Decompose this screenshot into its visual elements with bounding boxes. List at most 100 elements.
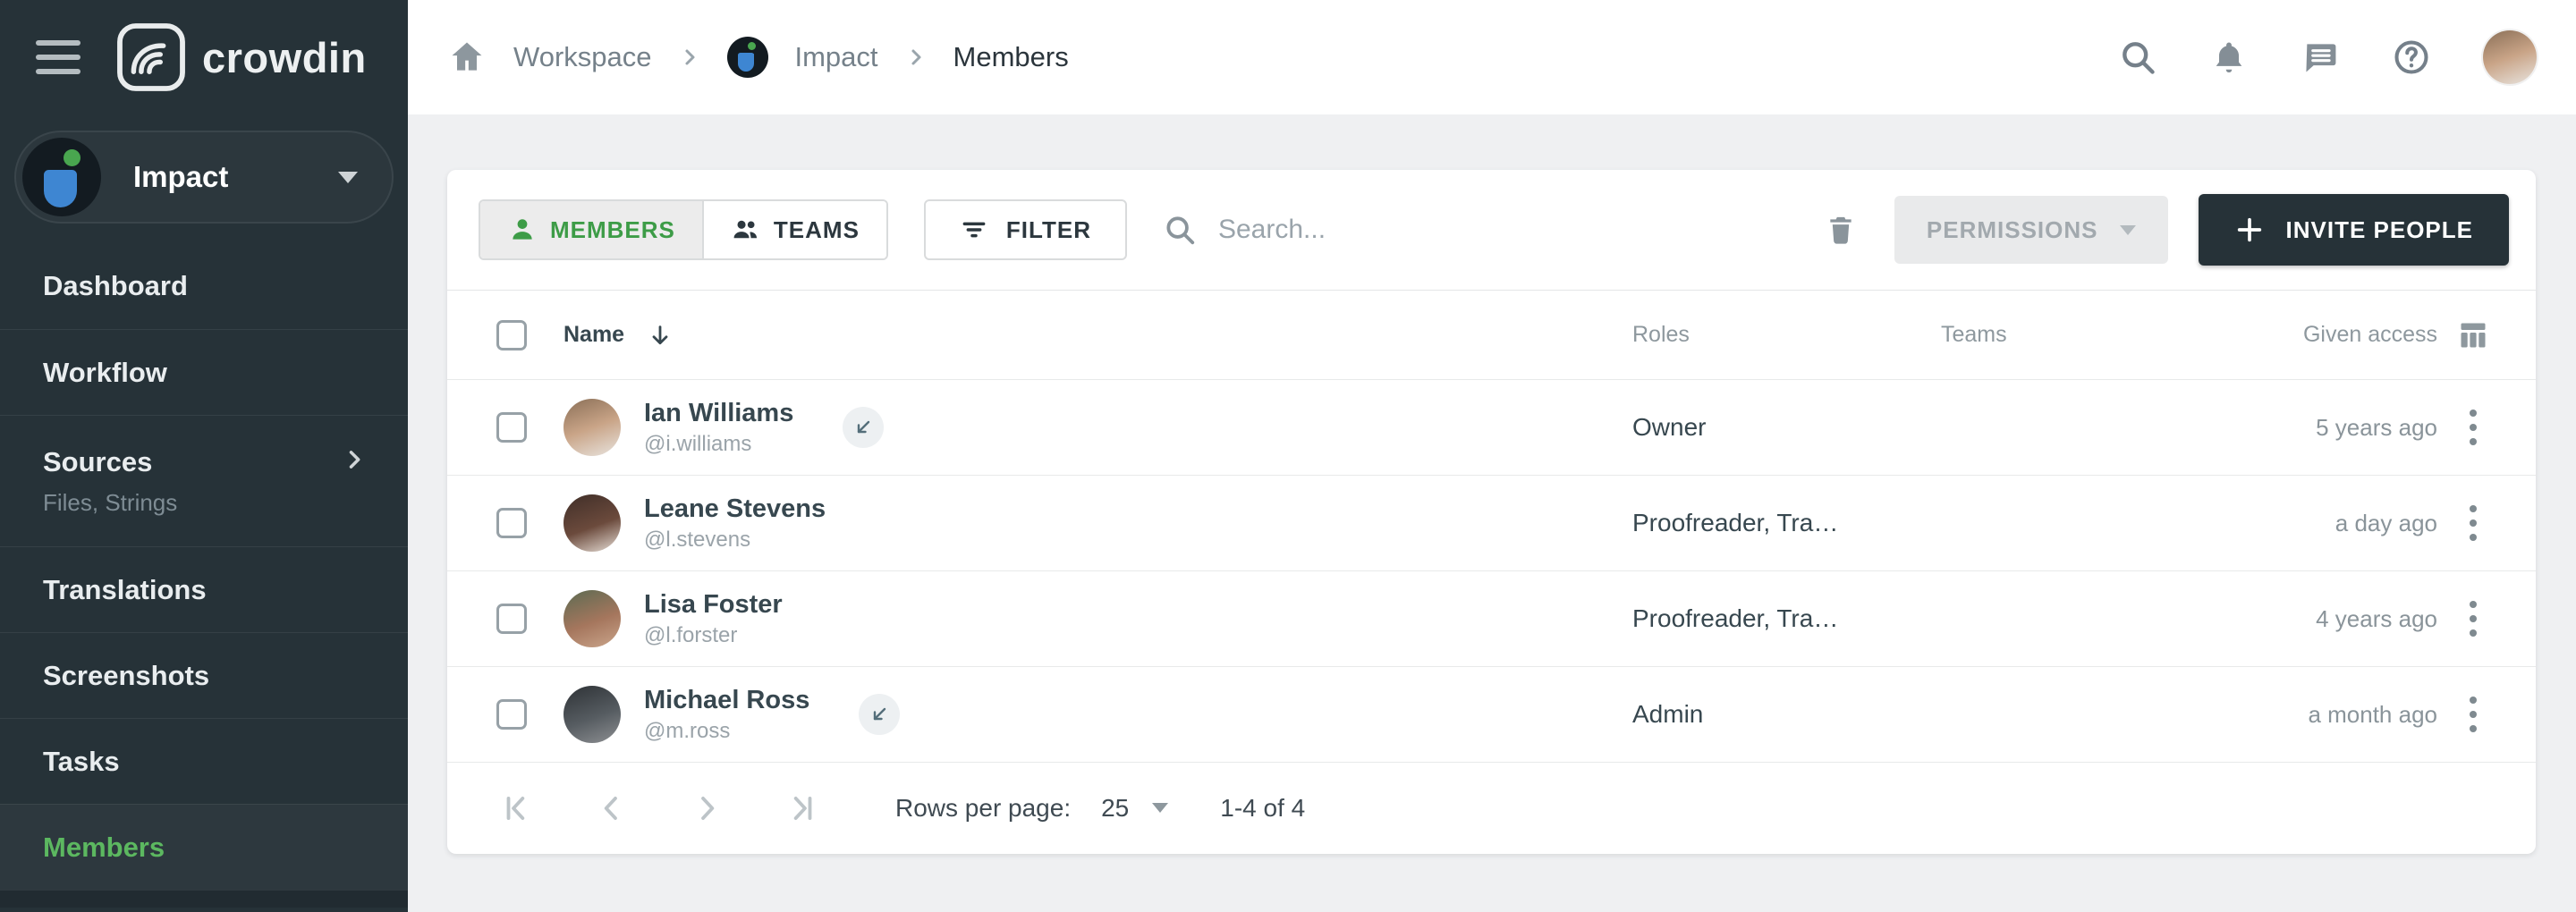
member-avatar [564,399,621,456]
project-selector[interactable]: Impact [14,131,394,224]
member-given-access: 5 years ago [2290,414,2437,442]
user-avatar[interactable] [2483,30,2537,84]
sidebar-item-screenshots[interactable]: Screenshots [0,632,408,718]
help-icon[interactable] [2392,38,2431,77]
sidebar-item-dashboard[interactable]: Dashboard [0,243,408,329]
permissions-button[interactable]: PERMISSIONS [1894,196,2168,264]
sidebar-divider [0,890,408,908]
invite-people-button[interactable]: INVITE PEOPLE [2199,194,2510,266]
previous-page-icon[interactable] [591,788,632,829]
member-handle: @l.stevens [644,528,826,553]
tab-teams[interactable]: TEAMS [702,201,886,258]
table-row[interactable]: Lisa Foster @l.forster Proofreader, Tra…… [447,571,2536,667]
messages-icon[interactable] [2301,38,2340,77]
members-card: MEMBERS TEAMS FILTER [447,170,2536,854]
table-pagination: Rows per page: 25 1-4 of 4 [447,763,2536,853]
rows-per-page-label: Rows per page: [895,794,1071,823]
member-avatar [564,686,621,743]
main-content: MEMBERS TEAMS FILTER [408,114,2576,912]
project-avatar-icon [22,138,101,216]
rows-per-page-value[interactable]: 25 [1101,794,1129,823]
last-page-icon[interactable] [781,788,822,829]
member-handle: @i.williams [644,432,793,457]
member-name[interactable]: Ian Williams [644,398,793,429]
member-given-access: a day ago [2290,510,2437,537]
member-roles: Admin [1632,700,1941,729]
chevron-down-icon [338,172,358,183]
member-name[interactable]: Leane Stevens [644,494,826,525]
columns-settings-icon[interactable] [2457,319,2489,351]
row-checkbox[interactable] [496,508,527,538]
select-all-checkbox[interactable] [496,320,527,350]
brand-name: crowdin [202,33,367,82]
delete-button[interactable] [1818,207,1864,253]
members-toolbar: MEMBERS TEAMS FILTER [447,170,2536,291]
table-row[interactable]: Leane Stevens @l.stevens Proofreader, Tr… [447,476,2536,571]
topbar: Workspace Impact Members [408,0,2576,114]
search-icon[interactable] [2118,38,2157,77]
row-menu-icon[interactable] [2459,686,2487,743]
breadcrumb-current: Members [953,41,1069,73]
chevron-right-icon [679,46,700,68]
breadcrumb: Workspace Impact Members [447,37,2118,78]
breadcrumb-project-avatar-icon [727,37,768,78]
breadcrumb-project[interactable]: Impact [795,41,878,73]
search-icon [1163,213,1197,247]
member-handle: @l.forster [644,623,783,648]
crowdin-logo-icon [114,21,188,94]
row-menu-icon[interactable] [2459,494,2487,552]
table-header: Name Roles Teams Given access [447,291,2536,380]
first-page-icon[interactable] [496,788,538,829]
sidebar-header: crowdin [0,0,408,114]
sidebar-item-sources-sublabel: Files, Strings [43,489,367,517]
member-name[interactable]: Lisa Foster [644,589,783,621]
column-header-name[interactable]: Name [564,322,1632,348]
member-given-access: 4 years ago [2290,605,2437,633]
chevron-right-icon [905,46,927,68]
member-name[interactable]: Michael Ross [644,685,809,716]
row-checkbox[interactable] [496,699,527,730]
crowdin-logo[interactable]: crowdin [114,21,367,94]
table-row[interactable]: Michael Ross @m.ross Admin a month ago [447,667,2536,763]
sidebar-item-tasks[interactable]: Tasks [0,718,408,804]
next-page-icon[interactable] [686,788,727,829]
row-checkbox[interactable] [496,412,527,443]
topbar-icons [2118,30,2537,84]
trash-icon [1823,212,1859,248]
column-header-roles[interactable]: Roles [1632,322,1941,348]
member-roles: Proofreader, Tra… [1632,604,1941,633]
member-roles: Owner [1632,413,1941,442]
column-header-teams[interactable]: Teams [1941,322,2290,348]
sidebar-item-members[interactable]: Members [0,804,408,890]
app: crowdin Impact Dashboard Workflow Source… [0,0,2576,912]
sidebar-item-translations[interactable]: Translations [0,546,408,632]
search-input[interactable] [1218,215,1782,245]
sidebar-item-sources[interactable]: Sources Files, Strings [0,415,408,546]
chevron-down-icon [2120,225,2136,235]
filter-button[interactable]: FILTER [924,199,1127,260]
tab-members[interactable]: MEMBERS [480,201,702,258]
project-name: Impact [133,160,306,194]
notifications-bell-icon[interactable] [2209,38,2249,77]
home-icon[interactable] [447,38,487,77]
member-avatar [564,590,621,647]
row-menu-icon[interactable] [2459,399,2487,456]
member-roles: Proofreader, Tra… [1632,509,1941,537]
member-avatar [564,494,621,552]
view-tabs: MEMBERS TEAMS [479,199,888,260]
member-given-access: a month ago [2290,701,2437,729]
table-row[interactable]: Ian Williams @i.williams Owner 5 years a… [447,380,2536,476]
sidebar-item-workflow[interactable]: Workflow [0,329,408,415]
column-header-given-access[interactable]: Given access [2290,322,2437,348]
chevron-down-icon[interactable] [1152,803,1168,813]
row-checkbox[interactable] [496,604,527,634]
menu-icon[interactable] [36,40,80,74]
pagination-range: 1-4 of 4 [1220,794,1305,823]
person-icon [507,215,538,245]
toolbar-actions: PERMISSIONS INVITE PEOPLE [1818,194,2509,266]
row-menu-icon[interactable] [2459,590,2487,647]
chevron-right-icon [342,447,367,477]
breadcrumb-workspace[interactable]: Workspace [513,41,652,73]
plus-icon [2234,215,2265,245]
member-handle: @m.ross [644,719,809,744]
